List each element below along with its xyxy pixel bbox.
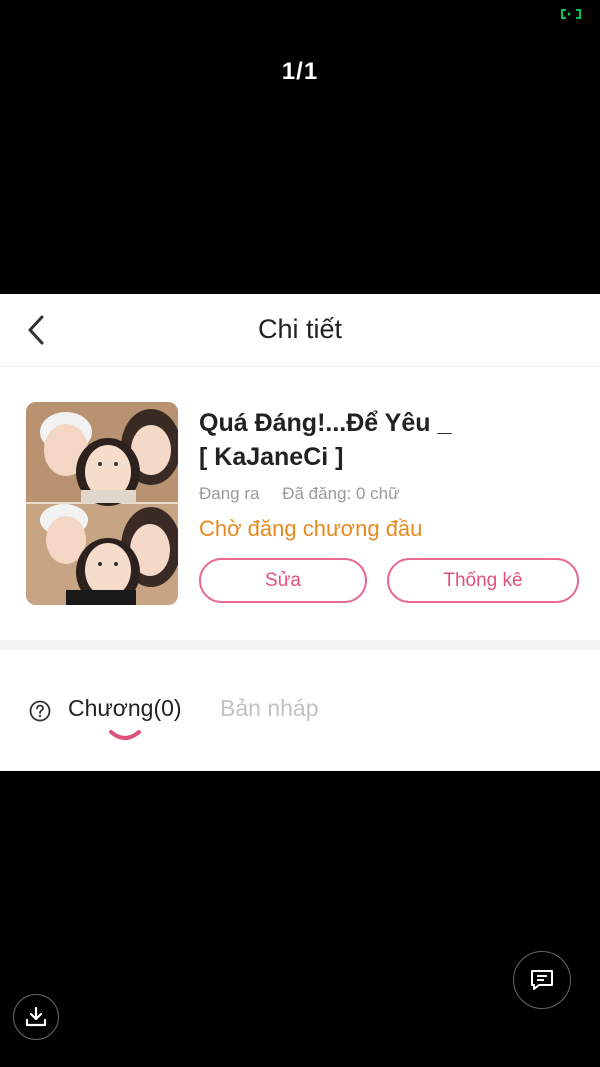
comment-icon bbox=[531, 970, 553, 990]
tab-drafts[interactable]: Bản nháp bbox=[220, 695, 318, 722]
book-title-line1: Quá Đáng!...Để Yêu _ bbox=[199, 409, 452, 437]
question-circle-icon[interactable] bbox=[29, 700, 51, 722]
detail-screen: Chi tiết Quá Đáng!...Để Yêu _ [KaJaneCi… bbox=[0, 294, 600, 771]
word-count-text: Đã đăng: 0 chữ bbox=[282, 484, 400, 503]
section-divider bbox=[0, 640, 600, 650]
page-counter: 1/1 bbox=[281, 58, 319, 85]
navigation-bar: Chi tiết bbox=[0, 294, 600, 367]
comment-button[interactable] bbox=[513, 951, 571, 1009]
book-title: Quá Đáng!...Để Yêu _ [ KaJaneCi ] bbox=[199, 406, 579, 474]
book-meta: Đang ra Đã đăng: 0 chữ bbox=[199, 484, 417, 504]
page-title: Chi tiết bbox=[257, 314, 343, 344]
edit-button[interactable]: Sửa bbox=[199, 558, 367, 603]
status-text: Đang ra bbox=[199, 484, 260, 503]
notice-text: Chờ đăng chương đầu bbox=[199, 516, 423, 541]
active-tab-indicator bbox=[109, 730, 141, 740]
fullscreen-icon[interactable] bbox=[560, 8, 582, 20]
download-button[interactable] bbox=[13, 994, 59, 1040]
tab-chapters[interactable]: Chương(0) bbox=[68, 695, 182, 722]
image-viewer-bottom bbox=[0, 771, 600, 1067]
image-viewer-top: 1/1 bbox=[0, 0, 600, 294]
book-title-line2: [ KaJaneCi ] bbox=[199, 443, 344, 471]
book-cover bbox=[26, 402, 178, 605]
download-icon bbox=[25, 1006, 47, 1027]
stats-button[interactable]: Thống kê bbox=[387, 558, 579, 603]
cover-image bbox=[26, 402, 178, 605]
